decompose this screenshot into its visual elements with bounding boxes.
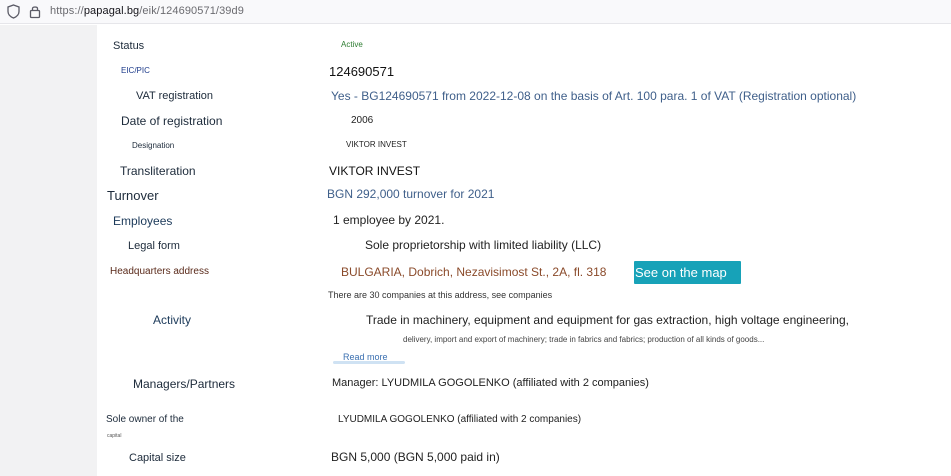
vat-label: VAT registration — [136, 90, 214, 102]
url-text[interactable]: https://papagal.bg/eik/124690571/39d9 — [50, 5, 244, 17]
legal-form-value: Sole proprietorship with limited liabili… — [365, 238, 602, 252]
status-label: Status — [113, 40, 145, 52]
capital-label: Capital size — [129, 452, 186, 464]
designation-value: VIKTOR INVEST — [346, 140, 407, 149]
url-prefix: https:// — [50, 5, 84, 17]
owner-value[interactable]: LYUDMILA GOGOLENKO (affiliated with 2 co… — [338, 414, 581, 425]
activity-continued: delivery, import and export of machinery… — [403, 335, 765, 344]
regdate-label: Date of registration — [121, 114, 223, 128]
transliteration-label: Transliteration — [120, 164, 196, 178]
eic-value: 124690571 — [329, 64, 395, 79]
url-path: /eik/124690571/39d9 — [139, 5, 244, 17]
regdate-value: 2006 — [351, 115, 374, 126]
shield-icon[interactable] — [7, 4, 20, 24]
hq-label: Headquarters address — [110, 266, 209, 277]
activity-value: Trade in machinery, equipment and equipm… — [366, 313, 849, 327]
address-bar[interactable]: https://papagal.bg/eik/124690571/39d9 — [0, 0, 951, 24]
managers-value[interactable]: Manager: LYUDMILA GOGOLENKO (affiliated … — [332, 377, 649, 389]
employees-value: 1 employee by 2021. — [333, 213, 445, 227]
read-more-link[interactable]: Read more — [343, 352, 388, 362]
turnover-value: BGN 292,000 turnover for 2021 — [327, 187, 495, 201]
turnover-label: Turnover — [107, 188, 159, 203]
hq-address: BULGARIA, Dobrich, Nezavisimost St., 2A,… — [341, 265, 607, 279]
url-host: papagal.bg — [83, 5, 140, 17]
transliteration-value: VIKTOR INVEST — [329, 164, 421, 178]
see-on-map-button[interactable]: See on the map — [634, 261, 741, 284]
eic-label: EIC/PIC — [121, 66, 150, 75]
employees-label: Employees — [113, 214, 173, 228]
left-gutter — [0, 25, 97, 476]
designation-label: Designation — [132, 141, 175, 150]
lock-icon[interactable] — [29, 4, 41, 24]
owner-label-sub: capital — [107, 433, 122, 439]
hq-companies-note[interactable]: There are 30 companies at this address, … — [328, 290, 552, 300]
legal-form-label: Legal form — [128, 240, 180, 252]
status-badge: Active — [341, 40, 363, 49]
owner-label: Sole owner of the — [106, 414, 184, 425]
vat-value: Yes - BG124690571 from 2022-12-08 on the… — [331, 89, 857, 103]
managers-label: Managers/Partners — [133, 377, 236, 391]
activity-label: Activity — [153, 313, 192, 327]
capital-value: BGN 5,000 (BGN 5,000 paid in) — [331, 450, 500, 464]
